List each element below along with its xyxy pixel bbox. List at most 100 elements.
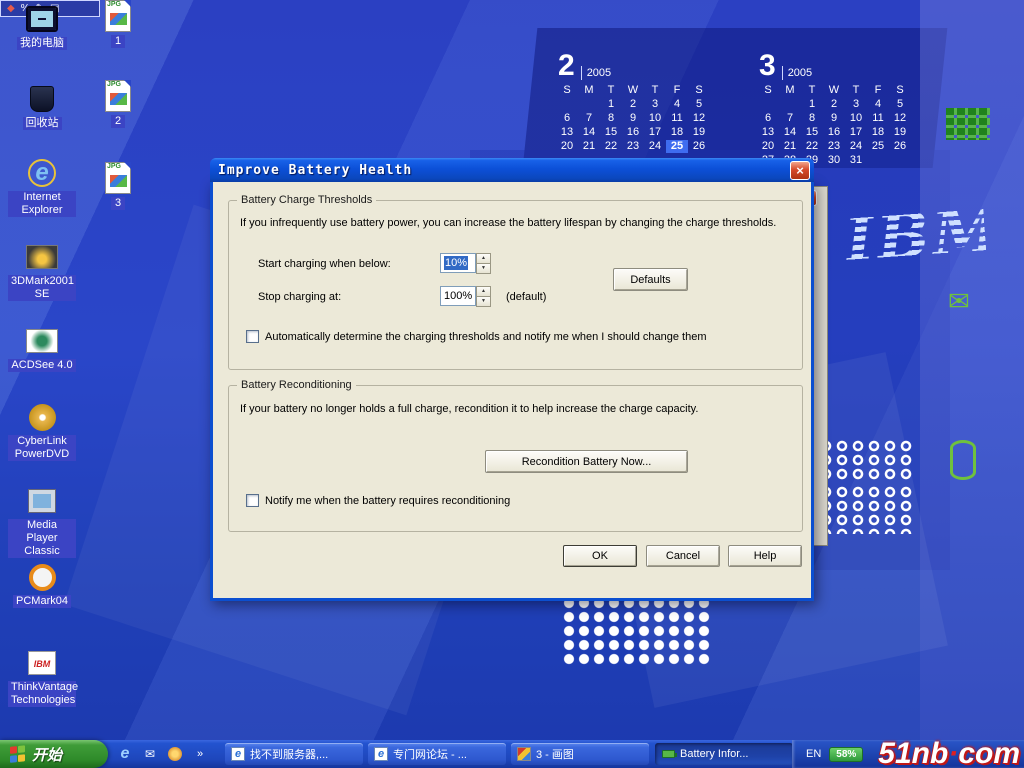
desktop-icon-pcmark04[interactable]: PCMark04 [8, 562, 76, 608]
desktop-icon-thinkvantage[interactable]: IBM ThinkVantage Technologies [8, 648, 76, 707]
desktop-file-jpg-1[interactable]: JPG 1 [94, 0, 142, 48]
task-button-paint[interactable]: 3 - 画图 [511, 743, 649, 765]
file-label: 3 [111, 197, 125, 210]
start-charge-spinner[interactable]: 10% ▲ ▼ [440, 253, 491, 273]
ok-button[interactable]: OK [563, 545, 637, 567]
dialog-titlebar[interactable]: Improve Battery Health × [210, 158, 814, 182]
stop-charge-spinner[interactable]: 100% ▲ ▼ [440, 286, 491, 306]
calendar-day: 18 [867, 126, 889, 139]
help-button[interactable]: Help [728, 545, 802, 567]
stop-default-suffix: (default) [506, 291, 546, 304]
spinner-down-icon[interactable]: ▼ [476, 263, 491, 274]
calendar-month: 3 [759, 52, 776, 80]
desktop-icon-internet-explorer[interactable]: e Internet Explorer [8, 158, 76, 217]
calendar-day: 21 [779, 140, 801, 153]
icon-label: ACDSee 4.0 [8, 359, 75, 372]
notify-reconditioning-checkbox[interactable] [246, 494, 259, 507]
calendar-day-header: F [867, 84, 889, 97]
defaults-button[interactable]: Defaults [613, 268, 688, 291]
calendar-day-header: T [801, 84, 823, 97]
auto-threshold-checkbox-row[interactable]: Automatically determine the charging thr… [246, 330, 706, 343]
task-button-forum[interactable]: e 专门网论坛 - ... [368, 743, 506, 765]
calendar-day: 19 [889, 126, 911, 139]
internet-explorer-icon: e [28, 159, 56, 187]
calendar-day [779, 98, 801, 111]
task-button-server-not-found[interactable]: e 找不到服务器,... [225, 743, 363, 765]
desktop-icon-recycle-bin[interactable]: 回收站 [8, 84, 76, 130]
recondition-battery-button[interactable]: Recondition Battery Now... [485, 450, 688, 473]
calendar-day: 25 [666, 140, 688, 153]
calendar-day: 11 [666, 112, 688, 125]
notify-reconditioning-checkbox-row[interactable]: Notify me when the battery requires reco… [246, 494, 510, 507]
group-title: Battery Charge Thresholds [237, 194, 376, 206]
start-button[interactable]: 开始 [0, 740, 108, 768]
taskbar: 开始 e ✉ » e 找不到服务器,... e 专门网论坛 - ... 3 - … [0, 740, 1024, 768]
start-charge-input[interactable]: 10% [440, 253, 476, 273]
calendar-day: 3 [845, 98, 867, 111]
task-button-battery-information[interactable]: Battery Infor... [655, 743, 793, 765]
calendar-day: 5 [889, 98, 911, 111]
calendar-day: 24 [644, 140, 666, 153]
icon-label: 回收站 [23, 117, 62, 130]
calendar-day-header: W [622, 84, 644, 97]
desktop-icon-my-computer[interactable]: 我的电脑 [8, 4, 76, 50]
3dmark-icon [26, 245, 58, 269]
recycle-bin-icon [30, 86, 54, 112]
calendar-day: 23 [823, 140, 845, 153]
cancel-button[interactable]: Cancel [646, 545, 720, 567]
auto-threshold-checkbox[interactable] [246, 330, 259, 343]
close-icon[interactable]: × [790, 161, 810, 180]
calendar-day: 2 [823, 98, 845, 111]
quicklaunch-ie-icon[interactable]: e [116, 745, 134, 763]
calendar-day: 7 [779, 112, 801, 125]
spinner-up-icon[interactable]: ▲ [476, 253, 491, 263]
calendar-day-header: F [666, 84, 688, 97]
ibm-logo: IBM [842, 191, 987, 281]
calendar-month: 2 [558, 52, 575, 80]
calendar-day: 20 [556, 140, 578, 153]
calendar-day: 15 [600, 126, 622, 139]
battery-percentage-badge[interactable]: 58% [829, 747, 863, 762]
calendar-day: 4 [867, 98, 889, 111]
file-label: 2 [111, 115, 125, 128]
battery-icon [661, 747, 675, 761]
spinner-up-icon[interactable]: ▲ [476, 286, 491, 296]
calendar-day: 20 [757, 140, 779, 153]
language-indicator[interactable]: EN [806, 748, 821, 760]
calendar-day-header: M [779, 84, 801, 97]
calendar-day: 5 [688, 98, 710, 111]
calendar-day-header: T [845, 84, 867, 97]
quicklaunch-overflow-icon[interactable]: » [191, 745, 209, 763]
calendar-february-2005: 2 2005 SMTWTFS12345678910111213141516171… [556, 52, 710, 153]
calendar-day: 22 [801, 140, 823, 153]
desktop-icon-3dmark2001[interactable]: 3DMark2001 SE [8, 242, 76, 301]
quicklaunch-mail-icon[interactable]: ✉ [141, 745, 159, 763]
icon-label: Internet Explorer [8, 191, 76, 217]
calendar-day: 13 [556, 126, 578, 139]
desktop-file-jpg-3[interactable]: JPG 3 [94, 162, 142, 210]
calendar-day: 11 [867, 112, 889, 125]
icon-label: PCMark04 [13, 595, 71, 608]
stop-charge-input[interactable]: 100% [440, 286, 476, 306]
calendar-day: 6 [556, 112, 578, 125]
calendar-day: 19 [688, 126, 710, 139]
calendar-day: 6 [757, 112, 779, 125]
calendar-day: 14 [779, 126, 801, 139]
calendar-day: 14 [578, 126, 600, 139]
quicklaunch-media-icon[interactable] [166, 745, 184, 763]
calendar-day-header: M [578, 84, 600, 97]
desktop-file-jpg-2[interactable]: JPG 2 [94, 80, 142, 128]
start-button-label: 开始 [32, 744, 62, 765]
calendar-day: 26 [889, 140, 911, 153]
calendar-day: 21 [578, 140, 600, 153]
pcmark-icon [29, 564, 56, 591]
desktop-icon-media-player-classic[interactable]: Media Player Classic [8, 486, 76, 558]
calendar-day: 10 [644, 112, 666, 125]
spinner-down-icon[interactable]: ▼ [476, 296, 491, 307]
windows-logo-icon [10, 745, 26, 763]
calendar-day [757, 98, 779, 111]
desktop-icon-acdsee[interactable]: ACDSee 4.0 [8, 326, 76, 372]
desktop-icon-powerdvd[interactable]: CyberLink PowerDVD [8, 402, 76, 461]
icon-label: Media Player Classic [8, 519, 76, 558]
calendar-day: 22 [600, 140, 622, 153]
